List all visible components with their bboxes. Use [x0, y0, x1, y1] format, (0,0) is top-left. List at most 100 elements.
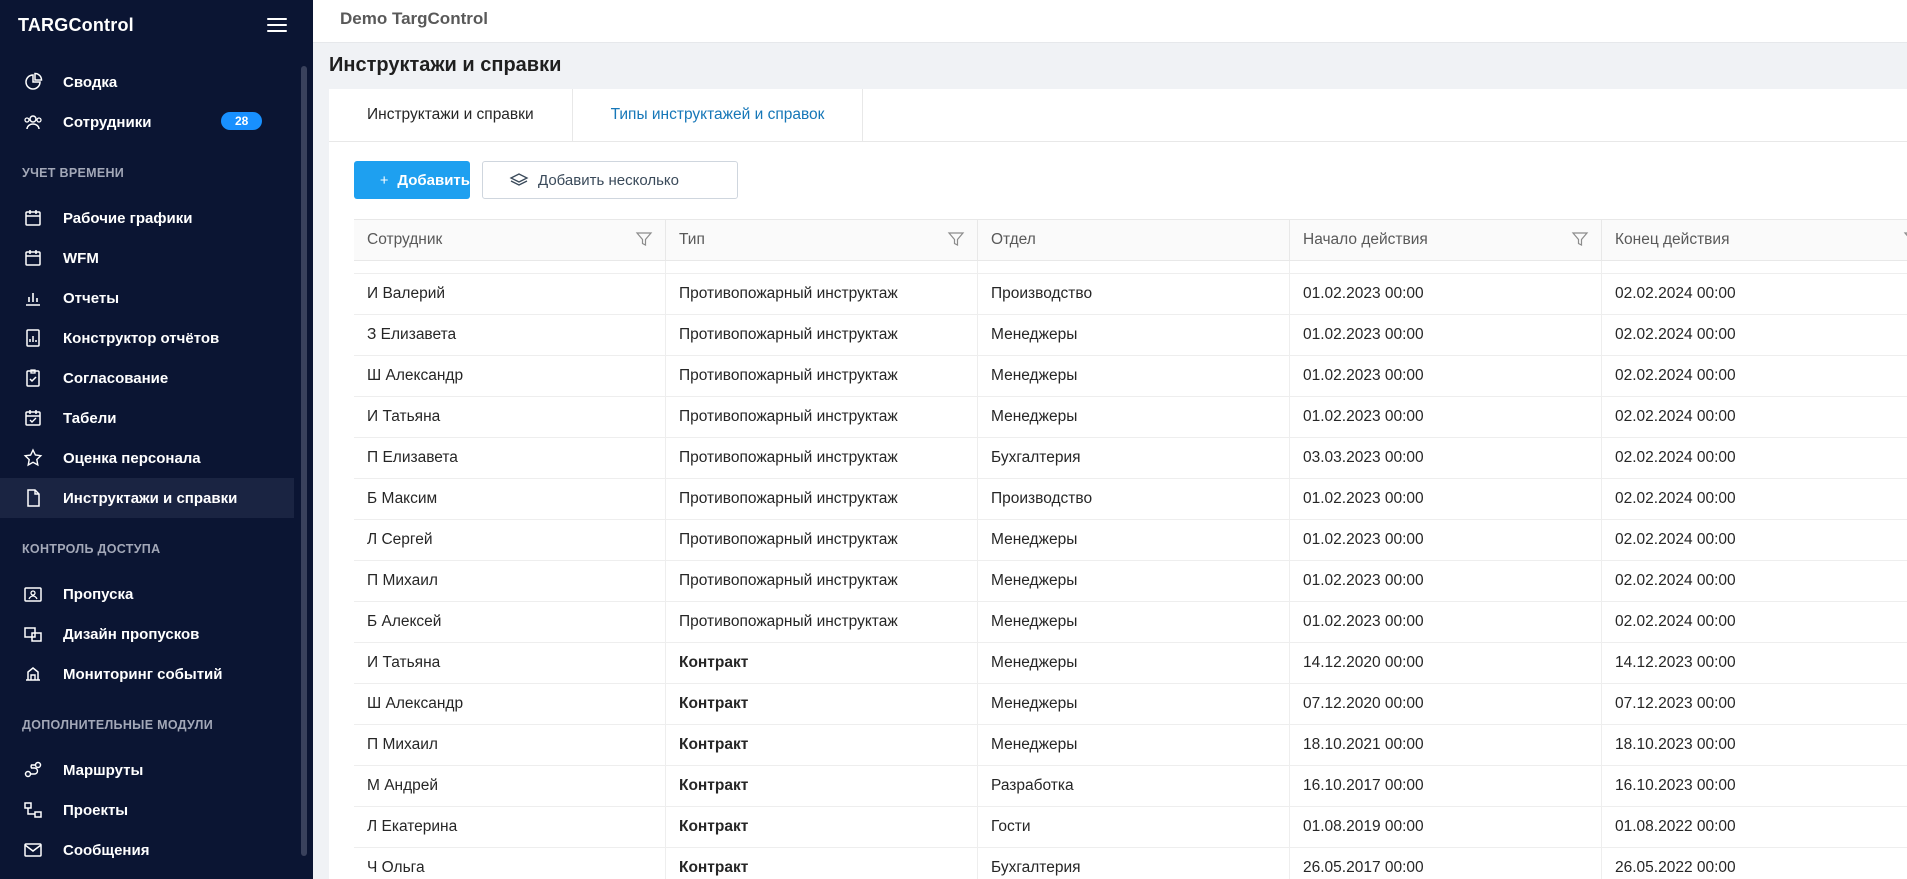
table-cell: 14.12.2020 00:00 [1290, 643, 1602, 683]
sidebar-item-пропуска[interactable]: Пропуска [0, 574, 294, 614]
column-header-end[interactable]: Конец действия [1602, 220, 1907, 260]
sidebar-section-title: КОНТРОЛЬ ДОСТУПА [22, 542, 161, 556]
table-cell: 01.02.2023 00:00 [1290, 602, 1602, 642]
sidebar-item-label: Сообщения [63, 841, 150, 859]
sidebar-item-рабочие-графики[interactable]: Рабочие графики [0, 198, 294, 238]
table-cell: Ш Александр [354, 356, 666, 396]
menu-toggle-icon[interactable] [267, 18, 287, 32]
content-panel: Инструктажи и справки Типы инструктажей … [329, 89, 1907, 879]
table-cell: 16.10.2023 00:00 [1602, 766, 1907, 806]
add-button[interactable]: Добавить [354, 161, 470, 199]
column-header-department[interactable]: Отдел [978, 220, 1290, 260]
table-cell: Менеджеры [978, 397, 1290, 437]
sidebar-item-оценка-персонала[interactable]: Оценка персонала [0, 438, 294, 478]
add-many-button[interactable]: Добавить несколько [482, 161, 738, 199]
table-header: Сотрудник Тип Отдел Начало действия Коне… [354, 220, 1907, 261]
sidebar-item-wfm[interactable]: WFM [0, 238, 294, 278]
sidebar-item-label: Рабочие графики [63, 209, 193, 227]
table-cell: 26.05.2022 00:00 [1602, 848, 1907, 879]
table-cell: 02.02.2024 00:00 [1602, 561, 1907, 601]
table-row[interactable]: Л Екатерина Контракт Гости 01.08.2019 00:00… [354, 807, 1907, 848]
tab-instruction-types[interactable]: Типы инструктажей и справок [573, 89, 864, 141]
table-cell: Л Екатерина [354, 807, 666, 847]
table-row[interactable]: И Татьяна Противопожарный инструктаж Менед… [354, 397, 1907, 438]
sidebar-item-мониторинг-событий[interactable]: Мониторинг событий [0, 654, 294, 694]
sidebar-item-label: WFM [63, 249, 99, 267]
sidebar-item-label: Сводка [63, 73, 118, 91]
table-cell: И Татьяна [354, 643, 666, 683]
table-cell: Менеджеры [978, 520, 1290, 560]
filter-icon[interactable] [635, 230, 653, 248]
filter-icon[interactable] [1571, 230, 1589, 248]
table-row[interactable]: Ч Ольга Контракт Бухгалтерия 26.05.2017 00:… [354, 848, 1907, 879]
sidebar-item-маршруты[interactable]: Маршруты [0, 750, 294, 790]
table-cell: Ш Александр [354, 684, 666, 724]
sidebar-item-сотрудники[interactable]: Сотрудники 28 [0, 102, 294, 142]
table-cell: М Андрей [354, 766, 666, 806]
table-cell: 01.08.2019 00:00 [1290, 807, 1602, 847]
sidebar-item-label: Табели [63, 409, 117, 427]
table-cell: Менеджеры [978, 602, 1290, 642]
toolbar: Добавить Добавить несколько [354, 161, 738, 199]
table-row[interactable]: П Михаил Контракт Менеджеры 18.10.2021 00:0… [354, 725, 1907, 766]
table-cell: И Татьяна [354, 397, 666, 437]
sidebar-item-label: Маршруты [63, 761, 144, 779]
table-cell: 14.12.2023 00:00 [1602, 643, 1907, 683]
sidebar-item-проекты[interactable]: Проекты [0, 790, 294, 830]
table-cell: 02.02.2024 00:00 [1602, 356, 1907, 396]
table-cell: Бухгалтерия [978, 438, 1290, 478]
sidebar-item-дизайн-пропусков[interactable]: Дизайн пропусков [0, 614, 294, 654]
table-cell: Противопожарный инструктаж [666, 438, 978, 478]
table-row[interactable]: П Михаил Противопожарный инструктаж Менедж… [354, 561, 1907, 602]
table-cell: 02.02.2024 00:00 [1602, 520, 1907, 560]
sidebar-item-сообщения[interactable]: Сообщения [0, 830, 294, 870]
table-cell: Менеджеры [978, 561, 1290, 601]
table-cell: 01.02.2023 00:00 [1290, 356, 1602, 396]
table-cell: 01.02.2023 00:00 [1290, 479, 1602, 519]
sidebar-item-label: Мониторинг событий [63, 665, 223, 683]
filter-icon[interactable] [947, 230, 965, 248]
sidebar-item-сводка[interactable]: Сводка [0, 62, 294, 102]
table-row[interactable]: Ш Александр Контракт Менеджеры 07.12.2020 0… [354, 684, 1907, 725]
sidebar-item-label: Сотрудники [63, 113, 152, 131]
table-cell: Противопожарный инструктаж [666, 602, 978, 642]
report-builder-icon [22, 327, 44, 349]
sidebar-item-табели[interactable]: Табели [0, 398, 294, 438]
table-row[interactable]: И Татьяна Контракт Менеджеры 14.12.2020 00:… [354, 643, 1907, 684]
column-header-type[interactable]: Тип [666, 220, 978, 260]
tab-instructions[interactable]: Инструктажи и справки [329, 89, 573, 141]
table-body: И Валерий Противопожарный инструктаж Произ… [354, 274, 1907, 879]
sidebar-item-label: Пропуска [63, 585, 134, 603]
sidebar-item-конструктор-отч-тов[interactable]: Конструктор отчётов [0, 318, 294, 358]
table-row[interactable]: М Андрей Контракт Разработка 16.10.2017 00:… [354, 766, 1907, 807]
table-row[interactable]: З Елизавета Противопожарный инструктаж Мен… [354, 315, 1907, 356]
table-row[interactable]: Ш Александр Противопожарный инструктаж Мен… [354, 356, 1907, 397]
pie-chart-icon [22, 71, 44, 93]
sidebar-item-инструктажи-и-справки[interactable]: Инструктажи и справки [0, 478, 294, 518]
route-icon [22, 759, 44, 781]
filter-icon[interactable] [1903, 230, 1907, 248]
table-row[interactable]: Б Максим Противопожарный инструктаж Произв… [354, 479, 1907, 520]
sidebar-item-label: Согласование [63, 369, 169, 387]
table-row[interactable]: И Валерий Противопожарный инструктаж Произ… [354, 274, 1907, 315]
table-cell: 01.02.2023 00:00 [1290, 520, 1602, 560]
table-row-partial [354, 261, 1907, 274]
table-row[interactable]: Л Сергей Противопожарный инструктаж Менедж… [354, 520, 1907, 561]
table-cell: 01.02.2023 00:00 [1290, 561, 1602, 601]
table-row[interactable]: Б Алексей Противопожарный инструктаж Менед… [354, 602, 1907, 643]
table-cell: Противопожарный инструктаж [666, 397, 978, 437]
sidebar-header: TARGControl [0, 0, 313, 50]
sidebar-item-согласование[interactable]: Согласование [0, 358, 294, 398]
column-header-start[interactable]: Начало действия [1290, 220, 1602, 260]
sidebar-item-отчеты[interactable]: Отчеты [0, 278, 294, 318]
document-icon [22, 487, 44, 509]
table-cell: П Михаил [354, 725, 666, 765]
table-cell: 01.08.2022 00:00 [1602, 807, 1907, 847]
logo: TARGControl [18, 14, 134, 35]
table-cell: Менеджеры [978, 356, 1290, 396]
sidebar-scrollbar[interactable] [301, 66, 307, 856]
sidebar-section-title: УЧЕТ ВРЕМЕНИ [22, 166, 125, 180]
column-header-employee[interactable]: Сотрудник [354, 220, 666, 260]
table-row[interactable]: П Елизавета Противопожарный инструктаж Бух… [354, 438, 1907, 479]
calendar-icon [22, 247, 44, 269]
